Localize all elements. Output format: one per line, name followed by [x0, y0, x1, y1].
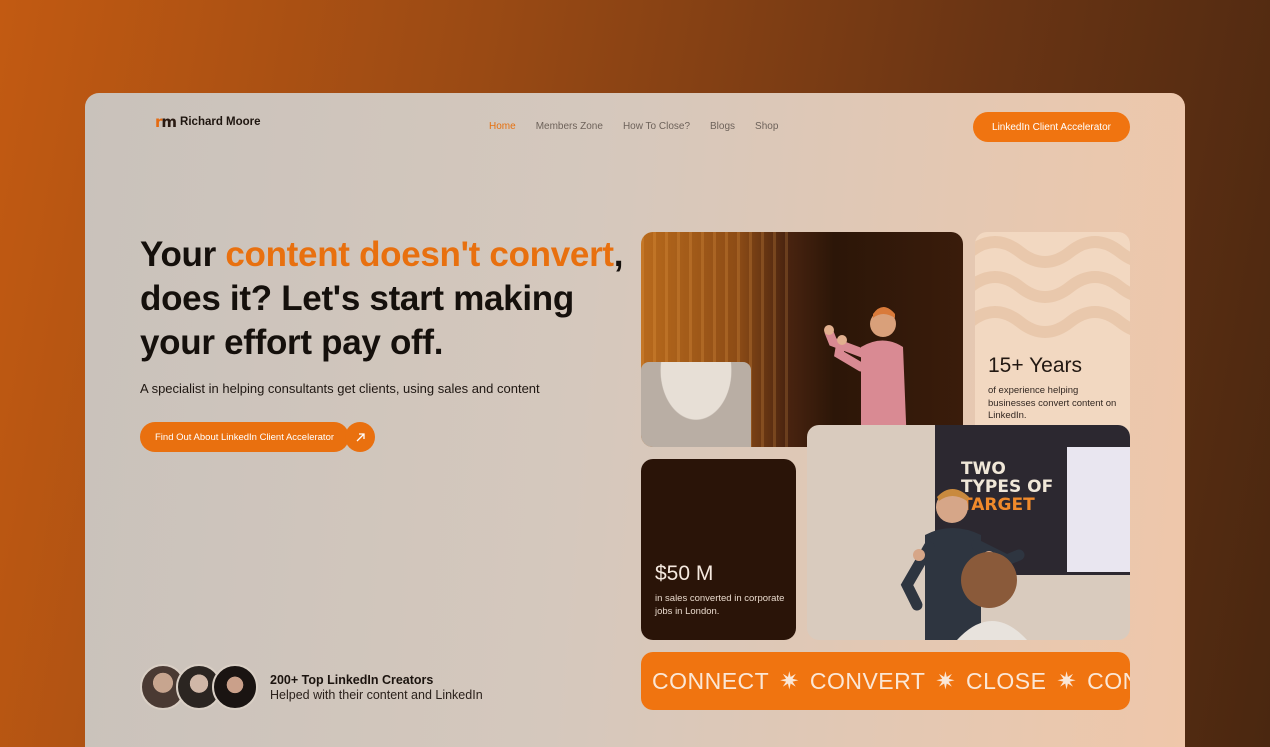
- sparkle-icon: ✷: [935, 667, 956, 695]
- lectern-image: [641, 362, 751, 447]
- banner-word-connect-2: CONNE: [1087, 667, 1130, 694]
- tagline-banner: CONNECT ✷ CONVERT ✷ CLOSE ✷ CONNE: [641, 652, 1130, 710]
- nav-how-to-close[interactable]: How To Close?: [623, 121, 690, 132]
- browser-frame: rm Richard Moore Home Members Zone How T…: [85, 93, 1185, 747]
- hero-headline: Your content doesn't convert, does it? L…: [140, 233, 640, 365]
- sales-stat-card: $50 M in sales converted in corporate jo…: [641, 459, 796, 640]
- nav-blogs[interactable]: Blogs: [710, 121, 735, 132]
- banner-word-close: CLOSE: [966, 667, 1047, 694]
- speaker-figure: [824, 307, 907, 447]
- nav-members-zone[interactable]: Members Zone: [536, 121, 603, 132]
- header-cta-button[interactable]: LinkedIn Client Accelerator: [973, 112, 1130, 142]
- main-nav: Home Members Zone How To Close? Blogs Sh…: [489, 121, 778, 132]
- creators-block: 200+ Top LinkedIn Creators Helped with t…: [140, 664, 483, 710]
- headline-part1: Your: [140, 235, 226, 274]
- hero-subtitle: A specialist in helping consultants get …: [140, 381, 540, 396]
- nav-home[interactable]: Home: [489, 121, 516, 132]
- creators-subtitle: Helped with their content and LinkedIn: [270, 687, 483, 702]
- sales-description: in sales converted in corporate jobs in …: [655, 593, 785, 617]
- logo-text: Richard Moore: [180, 116, 261, 128]
- years-description: of experience helping businesses convert…: [988, 385, 1117, 421]
- arrow-up-right-icon[interactable]: [345, 422, 376, 452]
- sparkle-icon: ✷: [779, 667, 800, 695]
- years-stat-card: 15+ Years of experience helping business…: [975, 232, 1130, 447]
- headline-highlight: content doesn't convert: [225, 235, 614, 274]
- wave-pattern: [975, 236, 1130, 338]
- nav-shop[interactable]: Shop: [755, 121, 778, 132]
- speaker-photo: [641, 232, 963, 447]
- years-value: 15+ Years: [988, 354, 1083, 377]
- banner-word-convert: CONVERT: [809, 667, 926, 694]
- hero-cta-button[interactable]: Find Out About LinkedIn Client Accelerat…: [140, 422, 350, 452]
- logo[interactable]: rm Richard Moore: [155, 113, 261, 131]
- banner-word-connect: CONNECT: [652, 667, 770, 694]
- sparkle-icon: ✷: [1056, 667, 1078, 695]
- creators-title: 200+ Top LinkedIn Creators: [270, 672, 434, 687]
- logo-mark: rm: [155, 113, 177, 131]
- sales-value: $50 M: [655, 562, 714, 585]
- hero-cta[interactable]: Find Out About LinkedIn Client Accelerat…: [140, 422, 376, 452]
- avatar: [212, 664, 258, 710]
- avatar-group: [140, 664, 258, 710]
- audience-figure: [957, 552, 1027, 640]
- presenter-photo: TWO TYPES OF TARGET: [807, 425, 1130, 640]
